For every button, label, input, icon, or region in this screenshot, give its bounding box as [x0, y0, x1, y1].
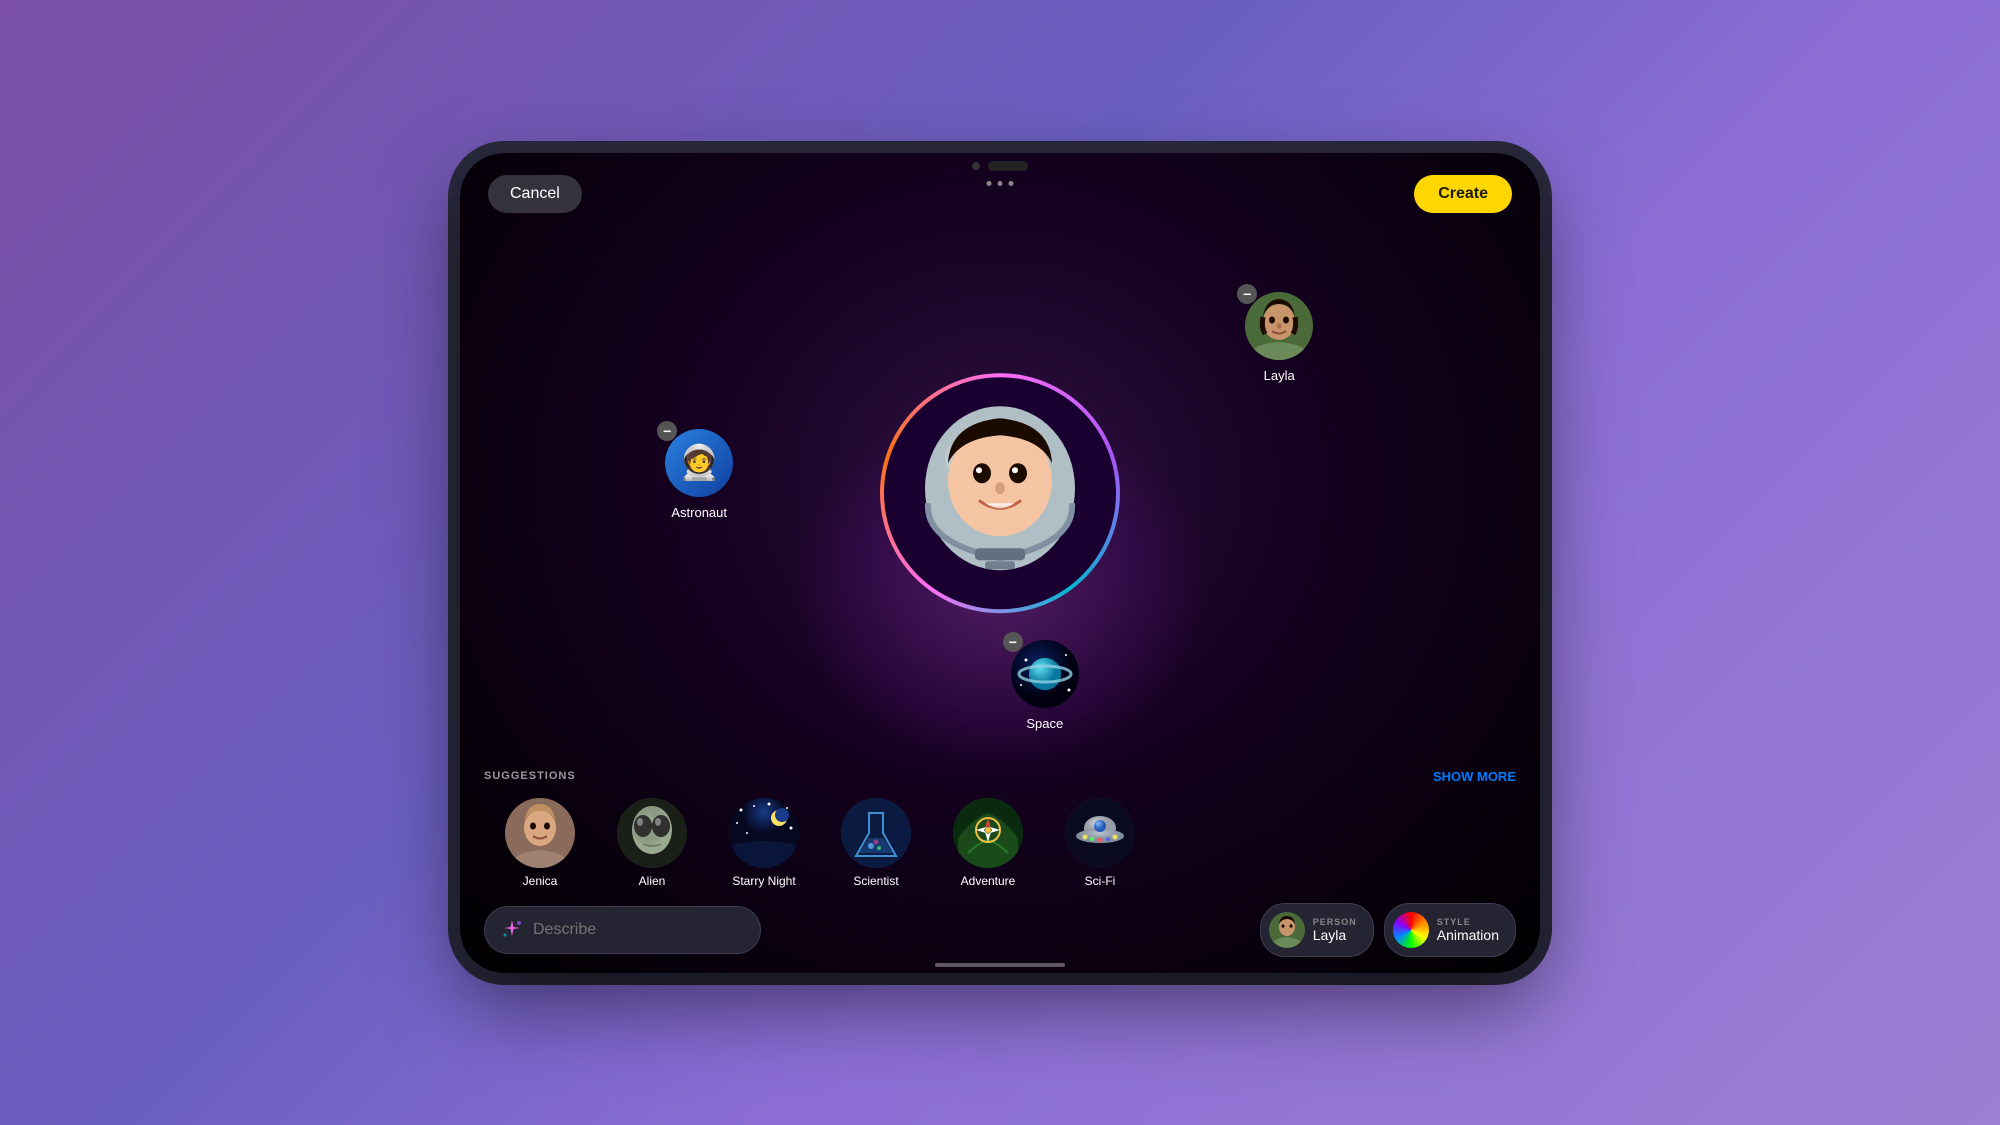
suggestion-jenica[interactable]: Jenica — [490, 798, 590, 888]
describe-wrapper — [484, 906, 1250, 954]
astronaut-item[interactable]: − 🧑‍🚀 Astronaut — [665, 429, 733, 520]
suggestion-adventure[interactable]: Adventure — [938, 798, 1038, 888]
describe-icon — [500, 918, 524, 942]
composition-area: − 🧑‍🚀 Astronaut − — [460, 213, 1540, 783]
alien-icon — [617, 798, 687, 868]
suggestions-section: SUGGESTIONS SHOW MORE — [460, 769, 1540, 888]
dot-1 — [987, 181, 992, 186]
style-chip-value: Animation — [1437, 927, 1499, 943]
alien-label: Alien — [639, 874, 666, 888]
style-chip-text: STYLE Animation — [1437, 917, 1499, 943]
suggestions-row: Jenica — [484, 798, 1516, 888]
layla-label: Layla — [1264, 368, 1295, 383]
create-button[interactable]: Create — [1414, 175, 1512, 213]
astronaut-icon: 🧑‍🚀 — [665, 429, 733, 497]
style-chip-label: STYLE — [1437, 917, 1499, 927]
center-avatar[interactable] — [880, 373, 1120, 613]
person-chip-label: PERSON — [1313, 917, 1357, 927]
layla-avatar-svg — [1245, 292, 1313, 360]
space-icon-svg — [1011, 640, 1079, 708]
adventure-label: Adventure — [961, 874, 1016, 888]
layla-avatar — [1245, 292, 1313, 360]
astronaut-label: Astronaut — [671, 505, 727, 520]
starry-night-label: Starry Night — [732, 874, 795, 888]
space-item[interactable]: − — [1011, 640, 1079, 731]
style-icon — [1393, 912, 1429, 948]
suggestions-label: SUGGESTIONS — [484, 770, 576, 782]
scifi-icon — [1065, 798, 1135, 868]
avatar-ring-inner — [884, 377, 1116, 609]
person-chip-value: Layla — [1313, 927, 1357, 943]
tablet-screen: Cancel Create — [460, 153, 1540, 973]
jenica-label: Jenica — [523, 874, 558, 888]
jenica-avatar-svg — [505, 798, 575, 868]
sparkle-icon — [500, 918, 524, 942]
adventure-svg — [953, 798, 1023, 868]
layla-item[interactable]: − — [1245, 292, 1313, 383]
scientist-svg — [841, 798, 911, 868]
dot-2 — [998, 181, 1003, 186]
jenica-icon — [505, 798, 575, 868]
dots-menu[interactable] — [987, 181, 1014, 186]
starry-night-svg — [729, 798, 799, 868]
suggestion-scientist[interactable]: Scientist — [826, 798, 926, 888]
avatar-ring — [880, 373, 1120, 613]
bottom-bar: PERSON Layla STYLE Animation — [484, 903, 1516, 957]
space-label: Space — [1026, 716, 1063, 731]
top-bar: Cancel Create — [460, 153, 1540, 223]
suggestion-scifi[interactable]: Sci-Fi — [1050, 798, 1150, 888]
scientist-icon — [841, 798, 911, 868]
space-icon — [1011, 640, 1079, 708]
person-chip[interactable]: PERSON Layla — [1260, 903, 1374, 957]
tablet-frame: Cancel Create — [460, 153, 1540, 973]
dot-3 — [1009, 181, 1014, 186]
home-indicator — [935, 963, 1065, 967]
space-minus-badge[interactable]: − — [1003, 632, 1023, 652]
starry-night-icon — [729, 798, 799, 868]
suggestion-starry-night[interactable]: Starry Night — [714, 798, 814, 888]
scifi-svg — [1065, 798, 1135, 868]
scientist-label: Scientist — [853, 874, 898, 888]
person-chip-avatar — [1269, 912, 1305, 948]
suggestion-alien[interactable]: Alien — [602, 798, 702, 888]
person-chip-text: PERSON Layla — [1313, 917, 1357, 943]
style-chip[interactable]: STYLE Animation — [1384, 903, 1516, 957]
person-chip-avatar-svg — [1269, 912, 1305, 948]
astronaut-avatar-svg — [890, 383, 1110, 603]
adventure-icon — [953, 798, 1023, 868]
alien-icon-svg — [617, 798, 687, 868]
describe-input[interactable] — [484, 906, 761, 954]
scifi-label: Sci-Fi — [1085, 874, 1116, 888]
cancel-button[interactable]: Cancel — [488, 175, 582, 213]
suggestions-header: SUGGESTIONS SHOW MORE — [484, 769, 1516, 784]
show-more-button[interactable]: SHOW MORE — [1433, 769, 1516, 784]
